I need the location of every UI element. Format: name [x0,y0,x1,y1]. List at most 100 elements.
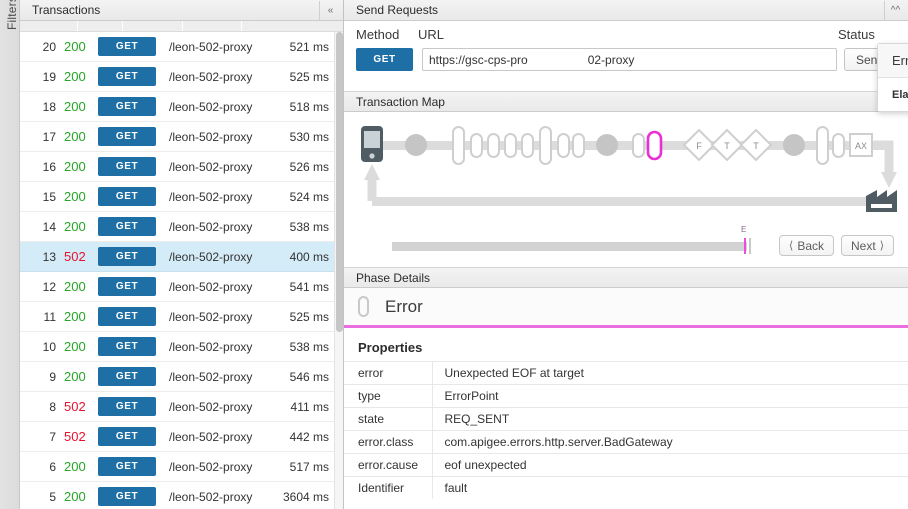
table-row[interactable]: 20200GET/leon-502-proxy521 ms [20,32,343,62]
row-status-code: 200 [56,339,98,354]
property-row: errorUnexpected EOF at target [344,362,908,385]
property-key: Identifier [344,477,432,500]
row-method-badge[interactable]: GET [98,277,156,296]
table-row[interactable]: 7502GET/leon-502-proxy442 ms [20,422,343,452]
row-method-badge[interactable]: GET [98,457,156,476]
detail-panel: Send Requests ^^ Method URL Status GET S… [344,0,908,509]
target-server-icon [866,190,897,212]
property-value: Unexpected EOF at target [432,362,908,385]
row-method-cell: GET [98,67,164,86]
timeline-track[interactable] [392,242,747,251]
table-row[interactable]: 19200GET/leon-502-proxy525 ms [20,62,343,92]
row-method-badge[interactable]: GET [98,217,156,236]
chevron-double-left-icon[interactable]: « [319,1,341,20]
table-row[interactable]: 16200GET/leon-502-proxy526 ms [20,152,343,182]
row-method-badge[interactable]: GET [98,127,156,146]
filters-rail[interactable]: Filters [0,0,20,509]
row-index: 8 [26,400,56,414]
table-row[interactable]: 13502GET/leon-502-proxy400 ms [20,242,343,272]
row-method-badge[interactable]: GET [98,37,156,56]
row-method-cell: GET [98,277,164,296]
column-header-cell [78,21,123,31]
property-value: ErrorPoint [432,385,908,408]
transactions-column-header [20,21,343,32]
row-method-cell: GET [98,157,164,176]
row-method-badge[interactable]: GET [98,157,156,176]
row-status-code: 200 [56,189,98,204]
map-node-selected-error [648,132,661,159]
row-method-badge[interactable]: GET [98,337,156,356]
row-path: /leon-502-proxy [164,280,269,294]
table-row[interactable]: 9200GET/leon-502-proxy546 ms [20,362,343,392]
property-key: type [344,385,432,408]
timeline-area[interactable]: E ⟨ Back Next ⟩ [344,222,908,267]
table-row[interactable]: 12200GET/leon-502-proxy541 ms [20,272,343,302]
row-method-badge[interactable]: GET [98,187,156,206]
phase-name: Error [385,297,423,317]
tooltip-body: Elapsed< 1ms [878,78,908,111]
method-label: Method [356,27,418,42]
table-row[interactable]: 5200GET/leon-502-proxy3604 ms [20,482,343,509]
transactions-list[interactable]: 20200GET/leon-502-proxy521 ms19200GET/le… [20,32,343,509]
map-node-diamond-t-1: T [712,130,742,160]
row-method-badge[interactable]: GET [98,487,156,506]
method-select-button[interactable]: GET [356,48,413,71]
transactions-title: Transactions [32,3,319,17]
map-node-pill [633,134,644,157]
map-track [374,141,884,150]
row-index: 19 [26,70,56,84]
row-duration: 524 ms [269,190,343,204]
map-node-circle [596,134,618,156]
url-input[interactable] [422,48,837,71]
phase-details-header: Phase Details [344,267,908,288]
chevron-double-up-icon[interactable]: ^^ [884,1,906,20]
table-row[interactable]: 6200GET/leon-502-proxy517 ms [20,452,343,482]
row-method-cell: GET [98,457,164,476]
timeline-error-marker[interactable] [744,238,746,254]
row-method-badge[interactable]: GET [98,397,156,416]
row-duration: 411 ms [269,400,343,414]
tooltip-title: Error [878,44,908,78]
row-method-badge[interactable]: GET [98,427,156,446]
row-method-badge[interactable]: GET [98,247,156,266]
scrollbar-thumb[interactable] [336,32,343,332]
row-method-badge[interactable]: GET [98,307,156,326]
row-method-cell: GET [98,97,164,116]
table-row[interactable]: 8502GET/leon-502-proxy411 ms [20,392,343,422]
table-row[interactable]: 15200GET/leon-502-proxy524 ms [20,182,343,212]
tooltip-elapsed-label: Elapsed [892,89,908,101]
map-node-pill [522,134,533,157]
row-path: /leon-502-proxy [164,40,269,54]
map-node-pill [488,134,499,157]
row-method-badge[interactable]: GET [98,67,156,86]
row-index: 13 [26,250,56,264]
row-index: 7 [26,430,56,444]
table-row[interactable]: 11200GET/leon-502-proxy525 ms [20,302,343,332]
row-method-cell: GET [98,187,164,206]
table-row[interactable]: 18200GET/leon-502-proxy518 ms [20,92,343,122]
svg-text:T: T [724,141,730,151]
map-node-pill [833,134,844,157]
transaction-map-svg[interactable]: F T T AX [344,112,907,222]
row-method-badge[interactable]: GET [98,367,156,386]
transactions-scrollbar[interactable] [334,32,343,509]
phase-header-row: Error [344,288,908,328]
table-row[interactable]: 10200GET/leon-502-proxy538 ms [20,332,343,362]
next-button[interactable]: Next ⟩ [841,235,894,256]
table-row[interactable]: 17200GET/leon-502-proxy530 ms [20,122,343,152]
row-status-code: 200 [56,159,98,174]
map-node-pill [573,134,584,157]
back-button[interactable]: ⟨ Back [779,235,834,256]
row-method-cell: GET [98,37,164,56]
row-method-badge[interactable]: GET [98,97,156,116]
row-status-code: 200 [56,69,98,84]
row-index: 5 [26,490,56,504]
table-row[interactable]: 14200GET/leon-502-proxy538 ms [20,212,343,242]
row-path: /leon-502-proxy [164,460,269,474]
row-duration: 538 ms [269,340,343,354]
row-duration: 3604 ms [269,490,343,504]
row-duration: 525 ms [269,310,343,324]
property-key: error.class [344,431,432,454]
row-status-code: 200 [56,309,98,324]
transaction-map-area[interactable]: F T T AX [344,112,908,222]
